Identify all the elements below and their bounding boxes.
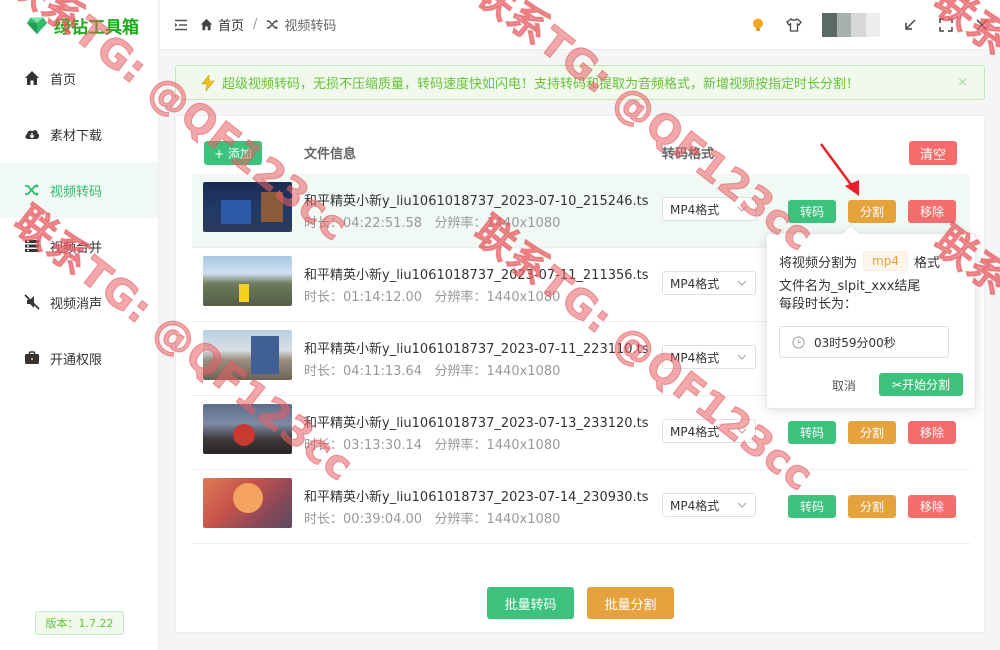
annotation-arrow-icon xyxy=(819,143,859,196)
sidebar-item-material-download[interactable]: 素材下载 xyxy=(0,106,158,162)
breadcrumb-home[interactable]: 首页 xyxy=(218,15,244,34)
sidebar-nav: 首页 素材下载 视频转码 视频合并 视频消声 开通权限 xyxy=(0,50,158,386)
sidebar-item-home[interactable]: 首页 xyxy=(0,50,158,106)
remove-button[interactable]: 移除 xyxy=(908,200,956,223)
segment-duration-picker[interactable]: 03时59分00秒 xyxy=(779,326,949,358)
app-logo: 绿钻工具箱 xyxy=(0,0,158,50)
video-thumbnail xyxy=(203,478,292,528)
sidebar-item-label: 视频合并 xyxy=(50,240,103,256)
file-name: 和平精英小新y_liu1061018737_2023-07-14_230930.… xyxy=(304,490,649,505)
header-actions xyxy=(750,0,1000,50)
fullscreen-icon[interactable] xyxy=(938,17,954,33)
shuffle-icon xyxy=(25,184,39,196)
split-popover: 将视频分割为 mp4 格式 文件名为_slpit_xxx结尾 每段时长为： 03… xyxy=(766,224,976,409)
batch-convert-button[interactable]: 批量转码 xyxy=(487,587,574,619)
alert-close-button[interactable]: × xyxy=(957,75,968,90)
file-meta: 时长：04:11:13.64 分辨率：1440x1080 xyxy=(304,364,561,379)
close-icon[interactable] xyxy=(974,17,990,33)
sidebar: 绿钻工具箱 首页 素材下载 视频转码 视频合并 视频消声 开通权限 版本：1.7… xyxy=(0,0,159,650)
sidebar-item-label: 开通权限 xyxy=(50,352,103,368)
add-button[interactable]: + 添加 xyxy=(204,141,262,165)
convert-button[interactable]: 转码 xyxy=(788,200,836,223)
chevron-down-icon xyxy=(737,206,747,212)
breadcrumb: 首页 / 视频转码 xyxy=(200,15,336,34)
convert-button[interactable]: 转码 xyxy=(788,421,836,444)
popover-format-line: 将视频分割为 mp4 格式 xyxy=(779,251,940,271)
video-thumbnail xyxy=(203,330,292,380)
chevron-down-icon xyxy=(737,354,747,360)
remove-button[interactable]: 移除 xyxy=(908,495,956,518)
sidebar-item-label: 视频消声 xyxy=(50,296,103,312)
alert-message: 超级视频转码，无损不压缩质量，转码速度快如闪电！支持转码和提取为音频格式，新增视… xyxy=(222,77,860,92)
shirt-icon[interactable] xyxy=(786,17,802,33)
format-tag: mp4 xyxy=(863,251,908,271)
split-button[interactable]: 分割 xyxy=(848,495,896,518)
app-name: 绿钻工具箱 xyxy=(54,17,139,38)
merge-icon xyxy=(25,240,39,252)
top-header: 首页 / 视频转码 xyxy=(160,0,1000,50)
video-thumbnail xyxy=(203,256,292,306)
convert-button[interactable]: 转码 xyxy=(788,495,836,518)
file-name: 和平精英小新y_liu1061018737_2023-07-11_211356.… xyxy=(304,268,649,283)
menu-toggle-icon[interactable] xyxy=(174,18,188,32)
remove-button[interactable]: 移除 xyxy=(908,421,956,444)
chevron-down-icon xyxy=(737,280,747,286)
format-select[interactable]: MP4格式 xyxy=(662,197,756,221)
sidebar-item-label: 首页 xyxy=(50,72,77,88)
version-badge: 版本：1.7.22 xyxy=(35,611,124,635)
header-format: 转码格式 xyxy=(662,147,715,162)
format-select[interactable]: MP4格式 xyxy=(662,493,756,517)
bulb-icon[interactable] xyxy=(750,17,766,33)
mute-icon xyxy=(24,294,40,310)
sidebar-item-video-merge[interactable]: 视频合并 xyxy=(0,218,158,274)
video-thumbnail xyxy=(203,404,292,454)
format-select[interactable]: MP4格式 xyxy=(662,345,756,369)
chevron-down-icon xyxy=(737,428,747,434)
home-icon xyxy=(200,18,213,31)
breadcrumb-separator: / xyxy=(253,17,258,32)
file-meta: 时长：01:14:12.00 分辨率：1440x1080 xyxy=(304,290,561,305)
header-file-info: 文件信息 xyxy=(304,147,357,162)
cloud-download-icon xyxy=(25,130,40,139)
shuffle-icon xyxy=(267,19,279,30)
avatar[interactable] xyxy=(822,13,880,37)
start-split-button[interactable]: ✂开始分割 xyxy=(879,373,963,396)
table-row: 和平精英小新y_liu1061018737_2023-07-14_230930.… xyxy=(192,470,970,544)
sidebar-item-label: 素材下载 xyxy=(50,128,103,144)
file-meta: 时长：03:13:30.14 分辨率：1440x1080 xyxy=(304,438,561,453)
clock-icon xyxy=(792,336,805,349)
gem-icon xyxy=(26,17,48,35)
file-meta: 时长：00:39:04.00 分辨率：1440x1080 xyxy=(304,512,561,527)
file-name: 和平精英小新y_liu1061018737_2023-07-10_215246.… xyxy=(304,194,649,209)
file-name: 和平精英小新y_liu1061018737_2023-07-11_223110.… xyxy=(304,342,649,357)
sidebar-item-label: 视频转码 xyxy=(50,184,103,200)
briefcase-icon xyxy=(25,351,39,364)
video-thumbnail xyxy=(203,182,292,232)
popover-description: 文件名为_slpit_xxx结尾 每段时长为： xyxy=(779,279,921,312)
sidebar-item-video-convert[interactable]: 视频转码 xyxy=(0,162,158,218)
minimize-icon[interactable] xyxy=(902,17,918,33)
file-name: 和平精英小新y_liu1061018737_2023-07-13_233120.… xyxy=(304,416,649,431)
clear-button[interactable]: 清空 xyxy=(909,141,957,165)
format-select[interactable]: MP4格式 xyxy=(662,419,756,443)
file-meta: 时长：04:22:51.58 分辨率：1440x1080 xyxy=(304,216,561,231)
split-button[interactable]: 分割 xyxy=(848,200,896,223)
chevron-down-icon xyxy=(737,502,747,508)
breadcrumb-current: 视频转码 xyxy=(284,19,337,34)
sidebar-item-video-mute[interactable]: 视频消声 xyxy=(0,274,158,330)
home-icon xyxy=(25,71,39,85)
split-button[interactable]: 分割 xyxy=(848,421,896,444)
sidebar-item-open-permission[interactable]: 开通权限 xyxy=(0,330,158,386)
info-alert: 超级视频转码，无损不压缩质量，转码速度快如闪电！支持转码和提取为音频格式，新增视… xyxy=(175,65,985,100)
batch-split-button[interactable]: 批量分割 xyxy=(587,587,674,619)
lightning-icon xyxy=(201,75,215,91)
popover-cancel-button[interactable]: 取消 xyxy=(832,377,856,394)
format-select[interactable]: MP4格式 xyxy=(662,271,756,295)
